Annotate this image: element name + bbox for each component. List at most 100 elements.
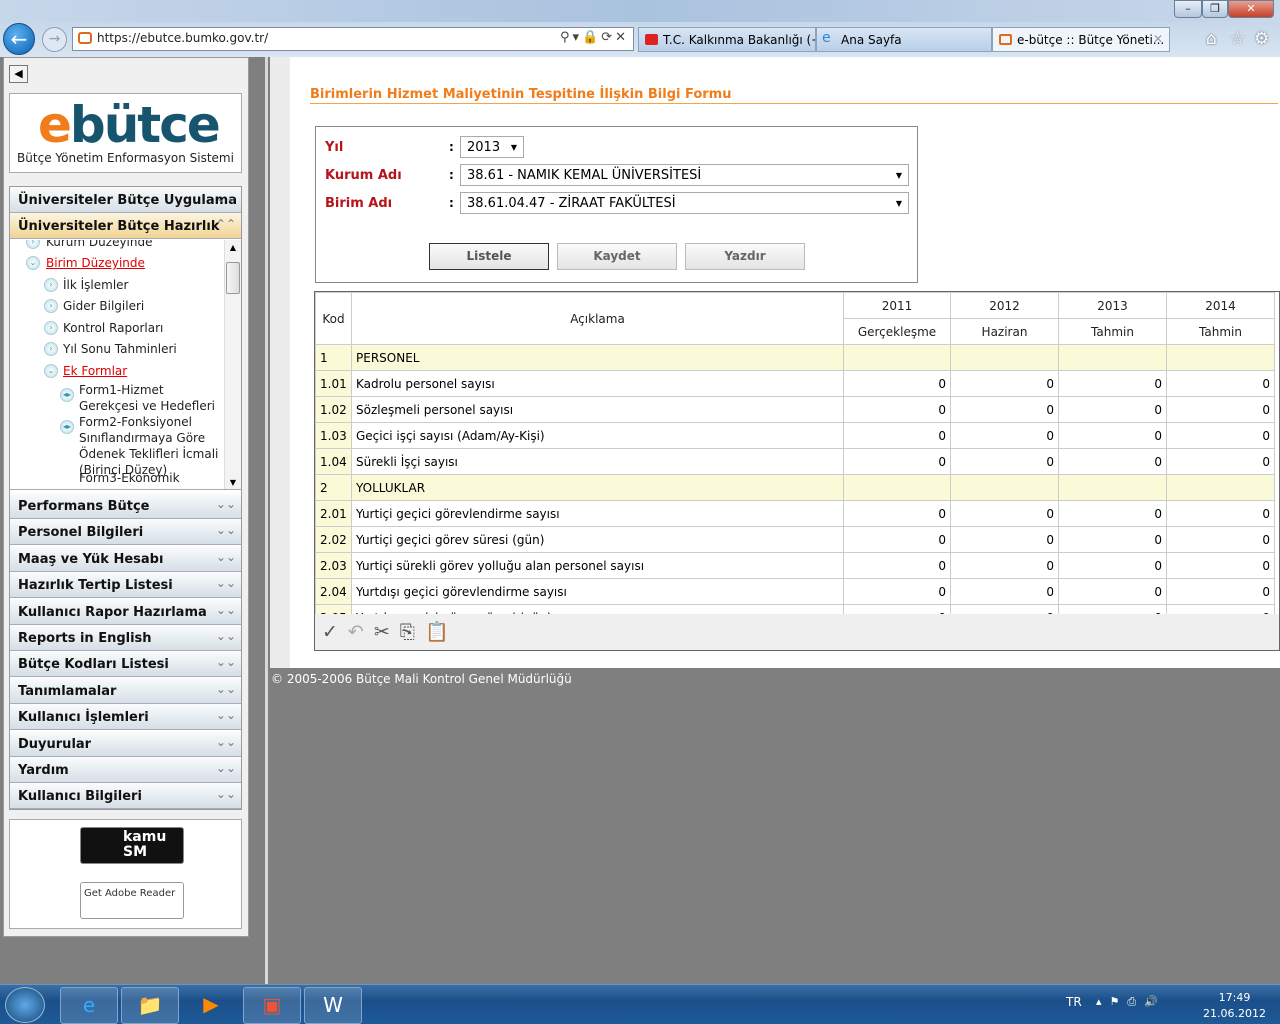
- back-button[interactable]: ←: [3, 23, 35, 55]
- menu-section[interactable]: Yardım ⌄⌄: [10, 757, 241, 783]
- cell-value[interactable]: 0: [843, 526, 951, 553]
- cell-value[interactable]: 0: [950, 448, 1059, 475]
- tab-ebutce[interactable]: e-bütçe :: Bütçe Yöneti... ✕: [992, 27, 1170, 52]
- gear-icon[interactable]: ⚙: [1254, 29, 1269, 49]
- home-icon[interactable]: ⌂: [1206, 29, 1217, 49]
- language-indicator[interactable]: TR: [1066, 995, 1082, 1009]
- tree-item[interactable]: Kontrol Raporları: [63, 320, 221, 336]
- institution-select[interactable]: 38.61 - NAMIK KEMAL ÜNİVERSİTESİ ▼: [460, 164, 909, 186]
- adobe-reader-badge[interactable]: Get Adobe Reader: [80, 882, 184, 919]
- favorites-star-icon[interactable]: ☆: [1230, 29, 1245, 49]
- table-row[interactable]: 2.01 Yurtiçi geçici görevlendirme sayısı 0…: [315, 500, 1275, 527]
- menu-section[interactable]: Duyurular ⌄⌄: [10, 730, 241, 757]
- cell-value[interactable]: 0: [843, 578, 951, 605]
- table-row[interactable]: 1.03 Geçici işçi sayısı (Adam/Ay-Kişi) 0 0 0…: [315, 422, 1275, 449]
- cell-value[interactable]: 0: [843, 370, 951, 397]
- scroll-down-icon[interactable]: ▼: [225, 478, 241, 487]
- menu-section[interactable]: Tanımlamalar ⌄⌄: [10, 677, 241, 704]
- cell-value[interactable]: 0: [1166, 370, 1275, 397]
- cell-value[interactable]: [1166, 344, 1275, 371]
- tree-item[interactable]: Yıl Sonu Tahminleri: [63, 341, 221, 357]
- menu-section[interactable]: Maaş ve Yük Hesabı ⌄⌄: [10, 545, 241, 572]
- cut-icon[interactable]: ✂: [374, 621, 400, 643]
- table-row[interactable]: 1.02 Sözleşmeli personel sayısı 0 0 0 0: [315, 396, 1275, 423]
- maximize-button[interactable]: ❐: [1202, 0, 1228, 18]
- table-row[interactable]: 2.03 Yurtiçi sürekli görev yolluğu alan p…: [315, 552, 1275, 579]
- menu-section[interactable]: Personel Bilgileri ⌄⌄: [10, 519, 241, 546]
- print-button[interactable]: Yazdır: [685, 243, 805, 270]
- cell-value[interactable]: 0: [1166, 578, 1275, 605]
- tree-item[interactable]: Form1-Hizmet Gerekçesi ve Hedefleri: [79, 382, 221, 414]
- cell-value[interactable]: 0: [843, 448, 951, 475]
- cell-value[interactable]: 0: [1058, 578, 1167, 605]
- cell-value[interactable]: [950, 344, 1059, 371]
- menu-section[interactable]: Kullanıcı Bilgileri ⌄⌄: [10, 783, 241, 810]
- tab-kalkinma[interactable]: T.C. Kalkınma Bakanlığı (+...: [638, 27, 816, 52]
- cell-value[interactable]: [1058, 474, 1167, 501]
- cell-value[interactable]: 0: [1166, 448, 1275, 475]
- cell-value[interactable]: [843, 474, 951, 501]
- group-row[interactable]: 1 PERSONEL: [315, 344, 1275, 371]
- tree-item[interactable]: Birim Düzeyinde: [46, 255, 221, 271]
- group-row[interactable]: 2 YOLLUKLAR: [315, 474, 1275, 501]
- copy-icon[interactable]: ⎘: [400, 621, 425, 643]
- table-row[interactable]: 2.04 Yurtdışı geçici görevlendirme sayısı…: [315, 578, 1275, 605]
- menu-section[interactable]: Reports in English ⌄⌄: [10, 625, 241, 651]
- cell-value[interactable]: 0: [1166, 552, 1275, 579]
- cell-value[interactable]: 0: [950, 422, 1059, 449]
- cell-value[interactable]: 0: [1058, 448, 1167, 475]
- clock[interactable]: 17:49 21.06.2012: [1203, 990, 1266, 1022]
- menu-section[interactable]: Kullanıcı Rapor Hazırlama ⌄⌄: [10, 598, 241, 625]
- cell-value[interactable]: [1058, 344, 1167, 371]
- forward-button[interactable]: →: [42, 27, 67, 52]
- cell-value[interactable]: 0: [843, 500, 951, 527]
- cell-value[interactable]: 0: [1058, 500, 1167, 527]
- cell-value[interactable]: 0: [950, 552, 1059, 579]
- cell-value[interactable]: 0: [1058, 552, 1167, 579]
- cell-value[interactable]: 0: [1058, 396, 1167, 423]
- taskbar-explorer-icon[interactable]: 📁: [121, 987, 179, 1024]
- menu-section-butce-uygulama[interactable]: Üniversiteler Bütçe Uygulama ⌄⌄: [10, 187, 241, 213]
- paste-icon[interactable]: 📋: [425, 621, 459, 643]
- close-window-button[interactable]: ✕: [1228, 0, 1274, 18]
- save-button[interactable]: Kaydet: [557, 243, 677, 270]
- tree-scrollbar[interactable]: ▲ ▼: [224, 240, 241, 489]
- list-button[interactable]: Listele: [429, 243, 549, 270]
- tree-item[interactable]: Form3-Ekonomik: [79, 470, 221, 486]
- cell-value[interactable]: [950, 474, 1059, 501]
- cell-value[interactable]: 0: [950, 370, 1059, 397]
- table-row[interactable]: 2.02 Yurtiçi geçici görev süresi (gün) 0 0 0…: [315, 526, 1275, 553]
- cell-value[interactable]: [1166, 474, 1275, 501]
- cell-value[interactable]: 0: [1166, 422, 1275, 449]
- table-row[interactable]: 1.04 Sürekli İşçi sayısı 0 0 0 0: [315, 448, 1275, 475]
- undo-icon[interactable]: ↶: [348, 621, 374, 643]
- unit-select[interactable]: 38.61.04.47 - ZİRAAT FAKÜLTESİ ▼: [460, 192, 909, 214]
- menu-section-butce-hazirlik[interactable]: Üniversiteler Bütçe Hazırlık ⌃⌃: [10, 213, 241, 239]
- cell-value[interactable]: 0: [1058, 370, 1167, 397]
- cell-value[interactable]: 0: [1166, 396, 1275, 423]
- cell-value[interactable]: 0: [950, 396, 1059, 423]
- kamu-sm-badge[interactable]: kamu SM: [80, 827, 184, 864]
- tree-item[interactable]: İlk İşlemler: [63, 277, 221, 293]
- close-tab-icon[interactable]: ✕: [1153, 32, 1163, 46]
- menu-section[interactable]: Bütçe Kodları Listesi ⌄⌄: [10, 651, 241, 678]
- cell-value[interactable]: [843, 344, 951, 371]
- cell-value[interactable]: 0: [843, 396, 951, 423]
- taskbar-ie-icon[interactable]: e: [60, 987, 118, 1024]
- scroll-up-icon[interactable]: ▲: [225, 243, 241, 252]
- taskbar-word-icon[interactable]: W: [304, 987, 362, 1024]
- taskbar-powerpoint-icon[interactable]: ▣: [243, 987, 301, 1024]
- address-bar-icons[interactable]: ⚲▾🔒⟳✕: [560, 30, 629, 45]
- address-bar[interactable]: https://ebutce.bumko.gov.tr/ ⚲▾🔒⟳✕: [72, 27, 634, 51]
- start-button[interactable]: [5, 987, 45, 1023]
- scroll-thumb[interactable]: [226, 262, 240, 294]
- menu-section[interactable]: Kullanıcı İşlemleri ⌄⌄: [10, 704, 241, 731]
- cell-value[interactable]: 0: [843, 422, 951, 449]
- cell-value[interactable]: 0: [1166, 500, 1275, 527]
- tray-icons[interactable]: ▴⚑⎙🔊: [1096, 995, 1166, 1009]
- cell-value[interactable]: 0: [1058, 422, 1167, 449]
- menu-section[interactable]: Performans Bütçe ⌄⌄: [10, 493, 241, 519]
- tree-item[interactable]: Form2-Fonksiyonel Sınıflandırmaya Göre Ö…: [79, 414, 221, 478]
- year-select[interactable]: 2013 ▼: [460, 136, 524, 158]
- cell-value[interactable]: 0: [1058, 526, 1167, 553]
